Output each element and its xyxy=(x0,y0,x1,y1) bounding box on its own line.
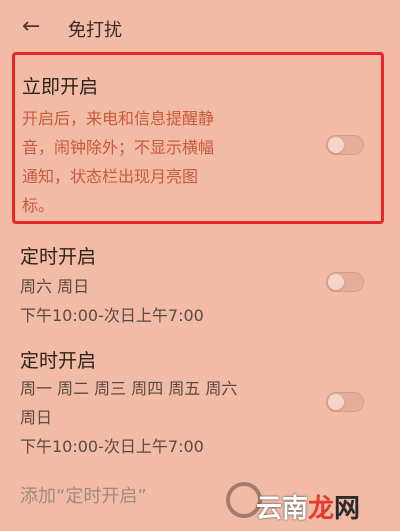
schedule-2-toggle[interactable] xyxy=(326,392,364,412)
immediate-description-line-1: 开启后，来电和信息提醒静 xyxy=(22,109,215,128)
schedule-1-toggle[interactable] xyxy=(326,272,364,292)
schedule-2-days-line-1: 周一 周二 周三 周四 周五 周六 xyxy=(20,379,238,398)
watermark-logo: 云南龙网 xyxy=(256,494,361,524)
immediate-title: 立即开启 xyxy=(22,76,99,98)
toggle-knob xyxy=(328,394,344,410)
back-arrow-icon[interactable]: ← xyxy=(22,14,40,39)
schedule-1-title: 定时开启 xyxy=(20,246,97,268)
schedule-1-days: 周六 周日 xyxy=(20,277,90,296)
immediate-description-line-4: 标。 xyxy=(22,196,55,215)
toggle-knob xyxy=(328,274,344,290)
schedule-2-days-line-2: 周日 xyxy=(20,408,53,427)
add-schedule-link[interactable]: 添加“定时开启” xyxy=(20,482,147,508)
immediate-description-line-3: 通知，状态栏出现月亮图 xyxy=(22,167,199,186)
immediate-description-line-2: 音，闹钟除外；不显示横幅 xyxy=(22,138,215,157)
immediate-toggle[interactable] xyxy=(326,135,364,155)
header-bar: ← 免打扰 xyxy=(0,0,400,52)
schedule-2-time: 下午10:00-次日上午7:00 xyxy=(20,437,204,456)
toggle-knob xyxy=(328,137,344,153)
schedule-1-time: 下午10:00-次日上午7:00 xyxy=(20,306,204,325)
schedule-2-title: 定时开启 xyxy=(20,350,97,372)
page-title: 免打扰 xyxy=(68,20,122,41)
